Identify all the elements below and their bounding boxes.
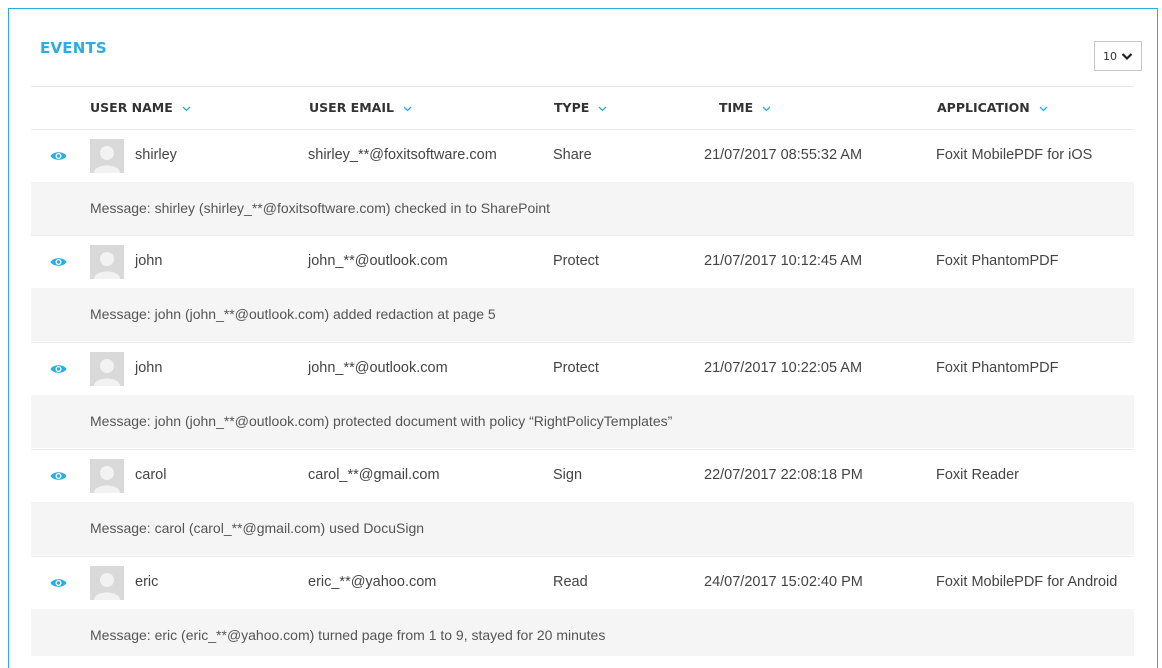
application: Foxit PhantomPDF (936, 360, 1059, 376)
panel-title: EVENTS (40, 39, 107, 57)
col-header-user-email[interactable]: USER EMAIL (309, 100, 412, 115)
event-message: Message: john (john_**@outlook.com) adde… (90, 306, 496, 322)
event-message: Message: john (john_**@outlook.com) prot… (90, 413, 673, 429)
chevron-down-icon (403, 106, 412, 111)
message-row: Message: john (john_**@outlook.com) adde… (31, 288, 1134, 341)
event-message: Message: eric (eric_**@yahoo.com) turned… (90, 627, 606, 643)
event-time: 22/07/2017 22:08:18 PM (704, 467, 863, 483)
user-placeholder-icon (94, 466, 120, 493)
user-name: carol (135, 467, 167, 483)
avatar (90, 139, 124, 173)
event-type: Read (553, 574, 588, 590)
event-type: Protect (553, 253, 599, 269)
event-message: Message: shirley (shirley_**@foxitsoftwa… (90, 200, 551, 216)
message-row: Message: eric (eric_**@yahoo.com) turned… (31, 609, 1134, 656)
avatar (90, 352, 124, 386)
message-row: Message: john (john_**@outlook.com) prot… (31, 395, 1134, 448)
user-placeholder-icon (94, 252, 120, 279)
user-email: shirley_**@foxitsoftware.com (308, 147, 497, 163)
event-type: Share (553, 147, 592, 163)
event-time: 21/07/2017 08:55:32 AM (704, 147, 863, 163)
table-row[interactable]: john john_**@outlook.com Protect 21/07/2… (31, 235, 1134, 288)
col-header-application[interactable]: APPLICATION (937, 100, 1048, 115)
user-placeholder-icon (94, 359, 120, 386)
eye-icon[interactable] (50, 363, 67, 375)
avatar (90, 245, 124, 279)
page-size-select[interactable]: 10 (1094, 41, 1142, 71)
table-row[interactable]: john john_**@outlook.com Protect 21/07/2… (31, 342, 1134, 395)
col-header-user-name[interactable]: USER NAME (90, 100, 191, 115)
application: Foxit PhantomPDF (936, 253, 1059, 269)
avatar (90, 566, 124, 600)
application: Foxit MobilePDF for Android (936, 574, 1118, 590)
col-header-time[interactable]: TIME (719, 100, 771, 115)
message-row: Message: carol (carol_**@gmail.com) used… (31, 502, 1134, 555)
col-header-type[interactable]: TYPE (554, 100, 607, 115)
chevron-down-icon (1039, 106, 1048, 111)
eye-icon[interactable] (50, 470, 67, 482)
chevron-down-icon (762, 106, 771, 111)
user-email: john_**@outlook.com (308, 253, 448, 269)
user-email: eric_**@yahoo.com (308, 574, 437, 590)
user-placeholder-icon (94, 573, 120, 600)
event-type: Sign (553, 467, 583, 483)
chevron-down-icon (182, 106, 191, 111)
user-email: john_**@outlook.com (308, 360, 448, 376)
eye-icon[interactable] (50, 150, 67, 162)
chevron-down-icon (1121, 52, 1133, 60)
chevron-down-icon (598, 106, 607, 111)
table-row[interactable]: carol carol_**@gmail.com Sign 22/07/2017… (31, 449, 1134, 502)
event-message: Message: carol (carol_**@gmail.com) used… (90, 520, 425, 536)
user-placeholder-icon (94, 146, 120, 173)
user-name: shirley (135, 147, 177, 163)
application: Foxit MobilePDF for iOS (936, 147, 1093, 163)
user-name: john (135, 253, 163, 269)
user-email: carol_**@gmail.com (308, 467, 440, 483)
event-time: 24/07/2017 15:02:40 PM (704, 574, 863, 590)
user-name: eric (135, 574, 159, 590)
user-name: john (135, 360, 163, 376)
avatar (90, 459, 124, 493)
event-time: 21/07/2017 10:12:45 AM (704, 253, 863, 269)
header-divider (31, 86, 1134, 87)
eye-icon[interactable] (50, 577, 67, 589)
message-row: Message: shirley (shirley_**@foxitsoftwa… (31, 182, 1134, 235)
application: Foxit Reader (936, 467, 1020, 483)
eye-icon[interactable] (50, 256, 67, 268)
event-time: 21/07/2017 10:22:05 AM (704, 360, 863, 376)
table-row[interactable]: eric eric_**@yahoo.com Read 24/07/2017 1… (31, 556, 1134, 609)
event-type: Protect (553, 360, 599, 376)
page-size-value: 10 (1103, 49, 1117, 63)
table-row[interactable]: shirley shirley_**@foxitsoftware.com Sha… (31, 129, 1134, 182)
